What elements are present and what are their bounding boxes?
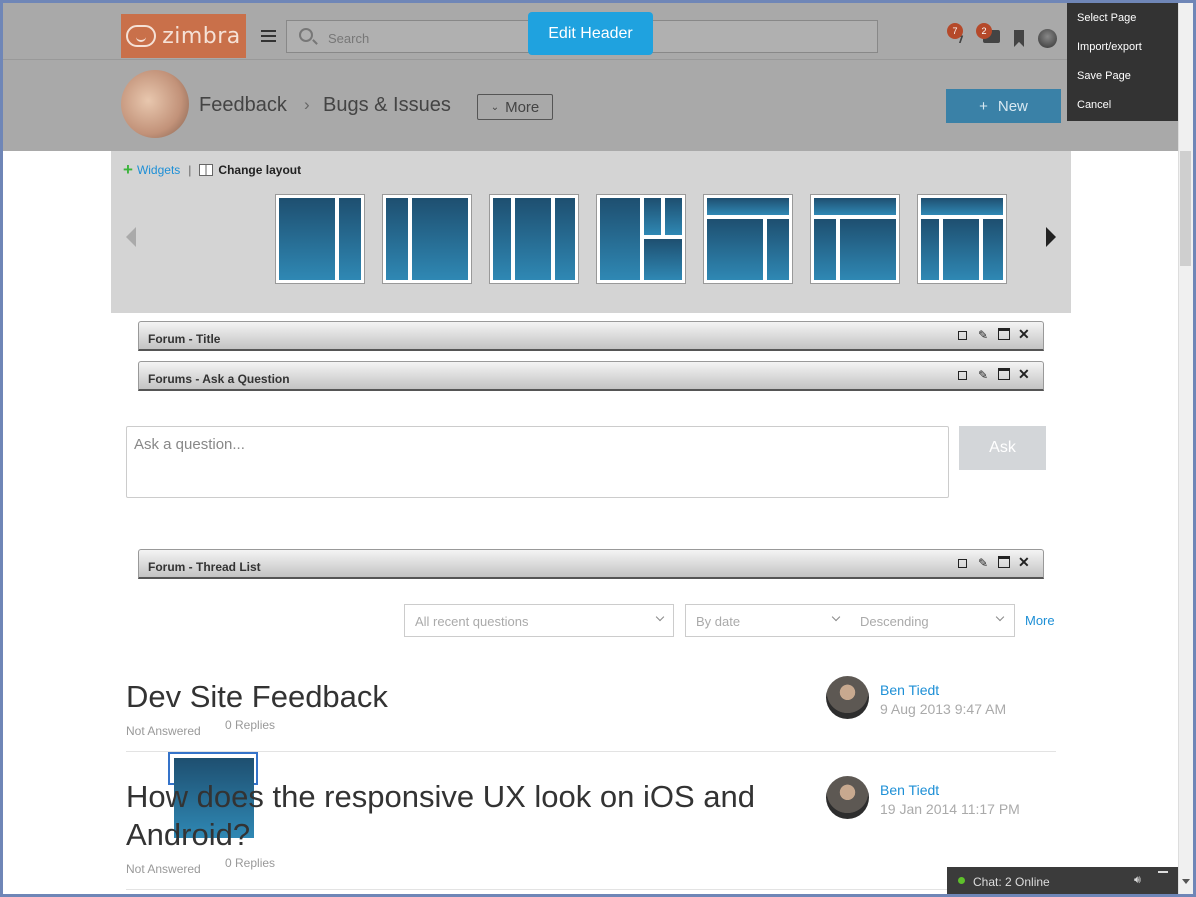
plus-icon: +: [979, 97, 988, 115]
breadcrumb-feedback[interactable]: Feedback: [199, 94, 287, 117]
zimbra-logo[interactable]: zimbra: [121, 14, 246, 58]
thread-divider: [126, 889, 1056, 890]
thread-date: 19 Jan 2014 11:17 PM: [880, 801, 1020, 817]
thread-title[interactable]: How does the responsive UX look on iOS a…: [126, 778, 806, 854]
more-button-label: More: [505, 98, 540, 116]
messages-badge: 2: [976, 23, 992, 39]
more-button[interactable]: ⌄ More: [477, 94, 553, 120]
forum-avatar: [121, 70, 189, 138]
scrollbar[interactable]: [1178, 3, 1193, 894]
layout-option-three-col[interactable]: [489, 194, 579, 284]
widget-bar-ask-question: Forums - Ask a Question ✎ ✕: [138, 361, 1044, 391]
speaker-icon[interactable]: 🔊︎: [1134, 874, 1141, 887]
author-avatar[interactable]: [826, 676, 869, 719]
search-icon: [299, 28, 313, 42]
change-layout-link[interactable]: Change layout: [218, 163, 301, 177]
bookmark-icon[interactable]: [1014, 30, 1024, 47]
chevron-down-icon: ⌄: [490, 101, 500, 113]
window-icon[interactable]: [998, 556, 1010, 568]
layout-option-header-two-col[interactable]: [703, 194, 793, 284]
close-icon[interactable]: ✕: [1018, 326, 1030, 342]
widget-title: Forum - Thread List: [148, 560, 261, 574]
window-icon[interactable]: [998, 328, 1010, 340]
sort-by-value: By date: [696, 614, 741, 629]
logo-face-icon: [126, 25, 157, 47]
layout-option-two-col-wide-right[interactable]: [382, 194, 472, 284]
thread-divider: [126, 751, 1056, 752]
scope-select[interactable]: All recent questions: [404, 604, 674, 637]
new-button[interactable]: + New: [946, 89, 1061, 123]
minimize-icon[interactable]: [1158, 871, 1168, 873]
widgets-link[interactable]: Widgets: [137, 163, 180, 177]
filter-more-link[interactable]: More: [1025, 613, 1055, 628]
copy-icon[interactable]: [958, 371, 967, 380]
layout-picker: + Widgets | Change layout: [111, 151, 1071, 838]
menu-select-page[interactable]: Select Page: [1067, 3, 1181, 32]
thread-replies: 0 Replies: [225, 718, 276, 732]
widget-bar-forum-title: Forum - Title ✎ ✕: [138, 321, 1044, 351]
browser-frame: zimbra Search ϟ 7 2 Feedback › Bugs & Is…: [0, 0, 1196, 897]
edit-header-button[interactable]: Edit Header: [528, 12, 653, 55]
breadcrumb-separator-icon: ›: [304, 95, 310, 114]
layout-option-header-three-col[interactable]: [917, 194, 1007, 284]
widget-title: Forum - Title: [148, 332, 221, 346]
page-bar: Feedback › Bugs & Issues ⌄ More + New: [3, 60, 1193, 151]
chat-label: Chat: 2 Online: [973, 875, 1050, 889]
new-button-label: New: [997, 97, 1028, 115]
thread-date: 9 Aug 2013 9:47 AM: [880, 701, 1007, 717]
close-icon[interactable]: ✕: [1018, 554, 1030, 570]
layout-option-header-two-col-alt[interactable]: [810, 194, 900, 284]
picker-toolbar: + Widgets | Change layout: [123, 161, 301, 178]
close-icon[interactable]: ✕: [1018, 366, 1030, 382]
sort-order-value: Descending: [860, 614, 929, 629]
user-avatar[interactable]: [1038, 29, 1057, 48]
toolbar-divider: |: [188, 163, 192, 177]
thread-title[interactable]: Dev Site Feedback: [126, 678, 388, 716]
menu-import-export[interactable]: Import/export: [1067, 32, 1181, 61]
chat-bar[interactable]: Chat: 2 Online 🔊︎: [947, 867, 1178, 894]
previous-arrow-icon[interactable]: [126, 227, 136, 247]
thread-status: Not Answered: [126, 724, 201, 738]
hamburger-menu-icon[interactable]: [261, 30, 276, 42]
ask-question-input[interactable]: Ask a question...: [126, 426, 949, 498]
scrollbar-thumb[interactable]: [1180, 151, 1191, 266]
add-widget-icon[interactable]: +: [123, 161, 133, 178]
scroll-down-arrow-icon[interactable]: [1182, 879, 1190, 884]
pencil-icon[interactable]: ✎: [978, 328, 990, 342]
widget-title: Forums - Ask a Question: [148, 372, 290, 386]
edit-page-menu: Select Page Import/export Save Page Canc…: [1067, 3, 1181, 121]
ask-button[interactable]: Ask: [959, 426, 1046, 470]
author-avatar[interactable]: [826, 776, 869, 819]
copy-icon[interactable]: [958, 331, 967, 340]
thread-replies: 0 Replies: [225, 856, 276, 870]
breadcrumb-bugs-issues[interactable]: Bugs & Issues: [323, 94, 451, 117]
layout-icon: [199, 164, 214, 176]
notifications-badge: 7: [947, 23, 963, 39]
menu-save-page[interactable]: Save Page: [1067, 61, 1181, 90]
chevron-down-icon: [655, 612, 665, 622]
search-placeholder: Search: [328, 31, 370, 46]
pencil-icon[interactable]: ✎: [978, 368, 990, 382]
thread-status: Not Answered: [126, 862, 201, 876]
menu-cancel[interactable]: Cancel: [1067, 90, 1181, 119]
next-arrow-icon[interactable]: [1046, 227, 1056, 247]
pencil-icon[interactable]: ✎: [978, 556, 990, 570]
thread-author[interactable]: Ben Tiedt: [880, 682, 939, 698]
thread-author[interactable]: Ben Tiedt: [880, 782, 939, 798]
layout-option-grid-mixed[interactable]: [596, 194, 686, 284]
online-status-icon: [958, 877, 965, 884]
logo-text: zimbra: [162, 23, 241, 49]
chevron-down-icon: [995, 612, 1005, 622]
sort-select[interactable]: By date Descending: [685, 604, 1015, 637]
widget-bar-thread-list: Forum - Thread List ✎ ✕: [138, 549, 1044, 579]
scope-select-value: All recent questions: [415, 614, 529, 629]
chevron-down-icon: [831, 612, 841, 622]
layout-option-two-col-wide-left[interactable]: [275, 194, 365, 284]
copy-icon[interactable]: [958, 559, 967, 568]
window-icon[interactable]: [998, 368, 1010, 380]
